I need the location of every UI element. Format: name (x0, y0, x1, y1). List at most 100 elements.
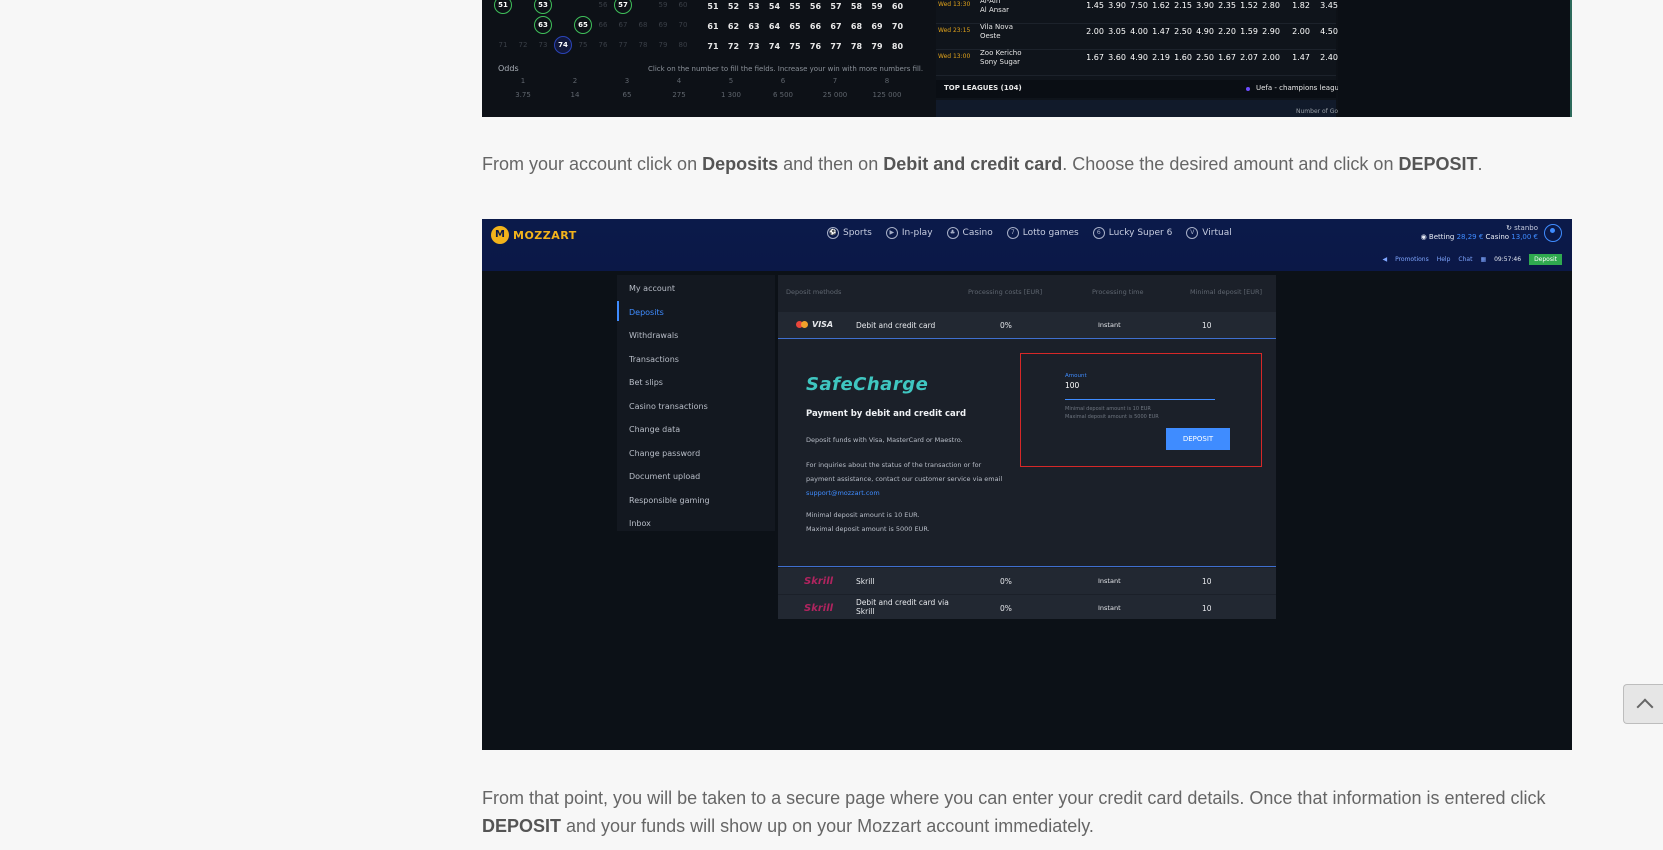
match-row[interactable]: Wed 13:00 Zoo Kericho Sony Sugar 1.67 3.60 4.… (936, 48, 1338, 76)
sidebar-item-inbox[interactable]: Inbox (629, 519, 651, 528)
number-cell[interactable]: 56 (805, 2, 827, 11)
odd-value[interactable]: 4.90 (1194, 27, 1216, 36)
number-cell[interactable]: 60 (887, 2, 909, 11)
sidebar-item-casino-transactions[interactable]: Casino transactions (629, 402, 708, 411)
nav-lotto-games[interactable]: 7 Lotto games (1006, 227, 1079, 239)
odd-value[interactable]: 1.47 (1290, 53, 1312, 62)
keno-selected-number[interactable]: 74 (554, 36, 572, 54)
mozzart-logo[interactable]: M MOZZART (491, 226, 577, 244)
number-cell[interactable]: 66 (805, 22, 827, 31)
match-row[interactable]: Wed 13:30 Al-Ain Al Ansar 1.45 3.90 7.50 1.62 2… (936, 0, 1338, 24)
odd-value[interactable]: 1.67 (1216, 53, 1238, 62)
subnav-help[interactable]: Help (1437, 256, 1451, 263)
odd-value[interactable]: 3.05 (1106, 27, 1128, 36)
number-cell[interactable]: 75 (784, 42, 806, 51)
number-cell[interactable]: 67 (825, 22, 847, 31)
number-cell[interactable]: 61 (702, 22, 724, 31)
number-cell[interactable]: 79 (866, 42, 888, 51)
sidebar-item-responsible-gaming[interactable]: Responsible gaming (629, 496, 710, 505)
refresh-icon[interactable]: ↻ (1506, 224, 1514, 232)
number-cell[interactable]: 72 (723, 42, 745, 51)
number-cell[interactable]: 77 (825, 42, 847, 51)
method-row-skrill-card[interactable]: Skrill Debit and credit card via Skrill … (778, 595, 1276, 619)
sidebar-item-deposits[interactable]: Deposits (629, 308, 664, 317)
number-cell[interactable]: 73 (743, 42, 765, 51)
odd-value[interactable]: 1.47 (1150, 27, 1172, 36)
odd-value[interactable]: 1.67 (1084, 53, 1106, 62)
keno-selected-number[interactable]: 65 (574, 16, 592, 34)
number-cell[interactable]: 69 (866, 22, 888, 31)
keno-number[interactable]: 59 (654, 0, 672, 12)
number-cell[interactable]: 68 (846, 22, 868, 31)
odd-value[interactable]: 2.15 (1172, 1, 1194, 10)
odd-value[interactable]: 2.00 (1290, 27, 1312, 36)
number-cell[interactable]: 74 (764, 42, 786, 51)
keno-selected-number[interactable]: 53 (534, 0, 552, 14)
keno-number[interactable]: 69 (654, 18, 672, 32)
keno-number[interactable]: 79 (654, 38, 672, 52)
number-cell[interactable]: 55 (784, 2, 806, 11)
odd-value[interactable]: 7.50 (1128, 1, 1150, 10)
keno-number[interactable]: 56 (594, 0, 612, 12)
keno-number[interactable]: 80 (674, 38, 692, 52)
deposit-button[interactable]: DEPOSIT (1166, 428, 1230, 450)
method-row-skrill[interactable]: Skrill Skrill 0% Instant 10 (778, 568, 1276, 594)
keno-number[interactable]: 73 (534, 38, 552, 52)
amount-input[interactable]: 100 (1065, 381, 1079, 390)
number-cell[interactable]: 57 (825, 2, 847, 11)
flag-icon[interactable]: ▦ (1480, 256, 1486, 263)
nav-sports[interactable]: ⚽ Sports (827, 227, 872, 239)
nav-casino[interactable]: ♣ Casino (946, 227, 993, 239)
keno-number[interactable]: 72 (514, 38, 532, 52)
sidebar-item-change-data[interactable]: Change data (629, 425, 680, 434)
sidebar-item-change-password[interactable]: Change password (629, 449, 700, 458)
sidebar-item-withdrawals[interactable]: Withdrawals (629, 331, 678, 340)
odd-value[interactable]: 2.40 (1318, 53, 1340, 62)
number-cell[interactable]: 63 (743, 22, 765, 31)
odd-value[interactable]: 2.00 (1084, 27, 1106, 36)
match-row[interactable]: Wed 23:15 Vila Nova Oeste 2.00 3.05 4.00 1.47 2… (936, 22, 1338, 50)
odd-value[interactable]: 2.80 (1260, 1, 1282, 10)
number-cell[interactable]: 51 (702, 2, 724, 11)
eye-icon[interactable]: ◉ (1421, 233, 1429, 241)
number-cell[interactable]: 70 (887, 22, 909, 31)
header-deposit-button[interactable]: Deposit (1529, 254, 1562, 265)
back-to-top-button[interactable] (1623, 684, 1663, 724)
number-cell[interactable]: 53 (743, 2, 765, 11)
number-cell[interactable]: 71 (702, 42, 724, 51)
odd-value[interactable]: 2.19 (1150, 53, 1172, 62)
odd-value[interactable]: 1.59 (1238, 27, 1260, 36)
subnav-chat[interactable]: Chat (1458, 256, 1472, 263)
keno-number[interactable]: 60 (674, 0, 692, 12)
sidebar-item-bet-slips[interactable]: Bet slips (629, 378, 663, 387)
keno-selected-number[interactable]: 51 (494, 0, 512, 14)
subnav-promotions[interactable]: Promotions (1395, 256, 1429, 263)
keno-number[interactable]: 76 (594, 38, 612, 52)
odd-value[interactable]: 1.52 (1238, 1, 1260, 10)
keno-number[interactable]: 68 (634, 18, 652, 32)
keno-number[interactable]: 78 (634, 38, 652, 52)
number-cell[interactable]: 59 (866, 2, 888, 11)
odd-value[interactable]: 3.60 (1106, 53, 1128, 62)
method-row-card[interactable]: VISA Debit and credit card 0% Instant 10 (778, 312, 1276, 338)
odd-value[interactable]: 2.35 (1216, 1, 1238, 10)
odd-value[interactable]: 4.00 (1128, 27, 1150, 36)
nav-lucky-super-6[interactable]: 6 Lucky Super 6 (1092, 227, 1172, 239)
odd-value[interactable]: 2.90 (1260, 27, 1282, 36)
odd-value[interactable]: 2.20 (1216, 27, 1238, 36)
number-cell[interactable]: 65 (784, 22, 806, 31)
sidebar-item-transactions[interactable]: Transactions (629, 355, 679, 364)
odd-value[interactable]: 3.90 (1106, 1, 1128, 10)
odd-value[interactable]: 1.62 (1150, 1, 1172, 10)
number-cell[interactable]: 80 (887, 42, 909, 51)
sidebar-item-my-account[interactable]: My account (629, 284, 675, 293)
odd-value[interactable]: 3.45 (1318, 1, 1340, 10)
number-cell[interactable]: 52 (723, 2, 745, 11)
nav-virtual[interactable]: V Virtual (1186, 227, 1232, 239)
support-email-link[interactable]: support@mozzart.com (806, 489, 880, 497)
odd-value[interactable]: 4.50 (1318, 27, 1340, 36)
keno-selected-number[interactable]: 63 (534, 16, 552, 34)
odd-value[interactable]: 2.50 (1172, 27, 1194, 36)
number-cell[interactable]: 64 (764, 22, 786, 31)
user-avatar-icon[interactable] (1544, 224, 1562, 242)
